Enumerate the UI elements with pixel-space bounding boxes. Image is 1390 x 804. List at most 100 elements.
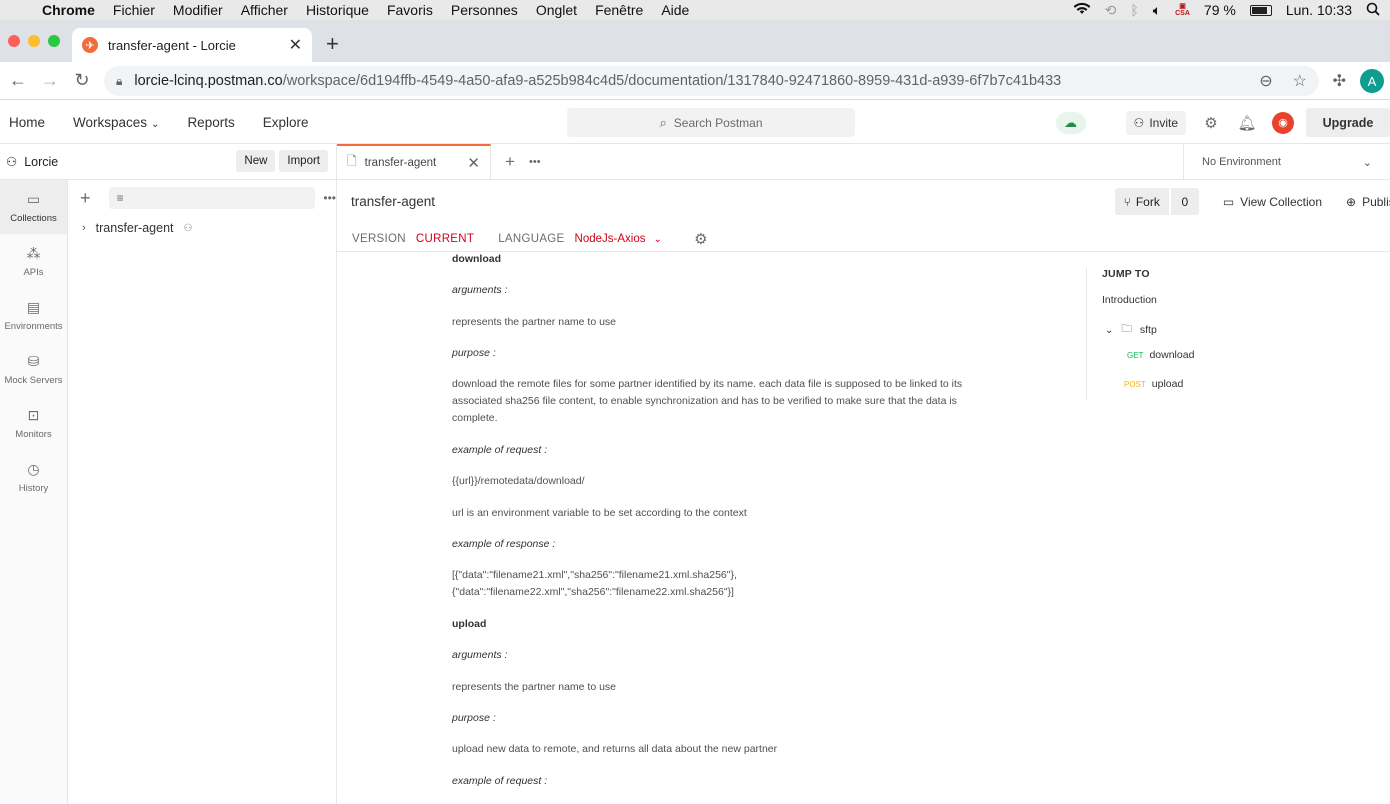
menu-fenetre[interactable]: Fenêtre	[586, 2, 652, 18]
zoom-window-icon[interactable]	[48, 35, 60, 47]
collection-item[interactable]: › transfer-agent ⚇	[68, 216, 336, 240]
volume-icon[interactable]: 🔈︎	[1153, 2, 1161, 19]
more-options-icon[interactable]: •••	[323, 191, 336, 205]
more-tabs-icon[interactable]: •••	[529, 156, 541, 168]
close-window-icon[interactable]	[8, 35, 20, 47]
minimize-window-icon[interactable]	[28, 35, 40, 47]
fork-button[interactable]: ⑂ Fork	[1114, 188, 1169, 215]
add-collection-icon[interactable]: +	[80, 188, 102, 209]
invite-button[interactable]: ⚇ Invite	[1125, 110, 1186, 135]
search-placeholder: Search Postman	[673, 115, 763, 130]
language-select[interactable]: NodeJs-Axios	[575, 233, 646, 245]
tab-transfer-agent[interactable]: 🗋 transfer-agent ✕	[337, 143, 491, 180]
doc-subheading: example of request :	[452, 775, 548, 787]
invite-label: Invite	[1149, 115, 1178, 130]
view-collection-button[interactable]: ▭ View Collection	[1223, 195, 1322, 209]
doc-subheading: arguments :	[452, 284, 508, 296]
jump-introduction[interactable]: Introduction	[1102, 294, 1157, 306]
menu-aide[interactable]: Aide	[652, 2, 698, 18]
fork-count[interactable]: 0	[1170, 188, 1199, 215]
menu-personnes[interactable]: Personnes	[442, 2, 527, 18]
user-avatar[interactable]: ◉	[1272, 111, 1294, 134]
browser-tab[interactable]: ✈ transfer-agent - Lorcie ✕	[72, 28, 312, 62]
jump-request-upload[interactable]: POST upload	[1124, 378, 1183, 390]
csa-keyboard-icon[interactable]: ▣ CSA	[1175, 3, 1190, 17]
chevron-right-icon[interactable]: ›	[82, 222, 86, 234]
nav-workspaces[interactable]: Workspaces ⌄	[73, 115, 159, 130]
sidebar-item-history[interactable]: ◷ History	[0, 450, 67, 504]
history-icon: ◷	[27, 460, 40, 477]
time-machine-icon[interactable]: ⟲	[1105, 2, 1117, 19]
menu-onglet[interactable]: Onglet	[527, 2, 586, 18]
top-nav: Home Workspaces ⌄ Reports Explore	[0, 115, 309, 130]
chevron-down-icon[interactable]: ⌄	[1105, 325, 1113, 336]
nav-home[interactable]: Home	[9, 115, 45, 130]
sidebar-item-monitors[interactable]: ⊡ Monitors	[0, 396, 67, 450]
environments-icon: ▤	[26, 298, 41, 315]
add-tab-icon[interactable]: +	[491, 152, 529, 172]
mac-menu-bar: Chrome Fichier Modifier Afficher Histori…	[0, 0, 1390, 20]
wifi-icon[interactable]	[1073, 2, 1091, 18]
header-actions: ☁ ⚇ Invite ⚙ 🔔︎ ◉ Upgrade	[1055, 108, 1390, 137]
postman-header: Home Workspaces ⌄ Reports Explore ⌕ Searc…	[0, 101, 1390, 144]
spotlight-icon[interactable]	[1366, 2, 1380, 19]
settings-gear-icon[interactable]: ⚙	[694, 230, 708, 248]
back-icon[interactable]: ←	[2, 70, 34, 91]
nav-explore[interactable]: Explore	[263, 115, 309, 130]
chevron-down-icon[interactable]: ⌄	[653, 234, 662, 245]
zoom-icon[interactable]: ⊖	[1259, 71, 1272, 91]
battery-percent: 79 %	[1203, 2, 1236, 18]
lock-icon[interactable]: 🔒︎	[116, 74, 122, 89]
language-label: LANGUAGE	[498, 233, 565, 245]
jump-request-download[interactable]: GET download	[1127, 349, 1194, 361]
chrome-profile-avatar[interactable]: A	[1360, 69, 1384, 93]
address-bar[interactable]: 🔒︎ lorcie-lcinq.postman.co/workspace/6d1…	[104, 66, 1319, 96]
tab-label: transfer-agent	[364, 156, 437, 169]
bluetooth-icon[interactable]: ᛒ	[1130, 2, 1138, 18]
menu-afficher[interactable]: Afficher	[232, 2, 297, 18]
notifications-bell-icon[interactable]: 🔔︎	[1236, 114, 1258, 132]
menu-modifier[interactable]: Modifier	[164, 2, 232, 18]
sidebar-item-collections[interactable]: ▭ Collections	[0, 180, 67, 234]
doc-subheading: purpose :	[452, 712, 496, 724]
nav-reports[interactable]: Reports	[187, 115, 234, 130]
sidebar-item-apis[interactable]: ⁂ APIs	[0, 234, 67, 288]
browser-toolbar: ← → ↻ 🔒︎ lorcie-lcinq.postman.co/workspa…	[0, 62, 1390, 100]
doc-paragraph: {{url}}/remotedata/download/	[452, 475, 585, 487]
mock-servers-icon: ⛁	[27, 352, 40, 369]
import-button[interactable]: Import	[279, 150, 328, 172]
reload-icon[interactable]: ↻	[66, 70, 98, 91]
search-postman[interactable]: ⌕ Search Postman	[567, 108, 855, 137]
new-button[interactable]: New	[236, 150, 276, 172]
forward-icon[interactable]: →	[34, 70, 66, 91]
globe-icon: ⊕	[1346, 194, 1357, 209]
extensions-icon[interactable]: ✣	[1333, 71, 1346, 91]
sync-cloud-icon[interactable]: ☁	[1055, 111, 1086, 134]
battery-icon[interactable]	[1249, 4, 1272, 16]
settings-gear-icon[interactable]: ⚙	[1200, 114, 1222, 132]
clock[interactable]: Lun. 10:33	[1286, 2, 1352, 18]
environment-select[interactable]: No Environment ⌄	[1183, 144, 1390, 180]
version-select[interactable]: CURRENT	[416, 233, 474, 245]
menu-fichier[interactable]: Fichier	[104, 2, 164, 18]
menu-historique[interactable]: Historique	[297, 2, 378, 18]
menu-app[interactable]: Chrome	[30, 2, 104, 18]
request-name: upload	[1151, 378, 1184, 390]
sidebar-item-environments[interactable]: ▤ Environments	[0, 288, 67, 342]
upgrade-button[interactable]: Upgrade	[1306, 108, 1390, 137]
doc-actions: ⑂ Fork 0 ▭ View Collection ⊕ Publish	[1114, 188, 1390, 215]
browser-extensions: ✣ A	[1333, 69, 1384, 93]
sidebar-item-mock-servers[interactable]: ⛁ Mock Servers	[0, 342, 67, 396]
close-tab-icon[interactable]: ✕	[467, 154, 480, 172]
bookmark-star-icon[interactable]: ☆	[1293, 71, 1307, 91]
fork-label: Fork	[1135, 194, 1160, 209]
workspace-bar: ⚇ Lorcie New Import	[0, 144, 337, 180]
omnibox-actions: ⊖ ☆	[1259, 71, 1307, 91]
close-tab-icon[interactable]: ✕	[289, 35, 302, 55]
publish-button[interactable]: ⊕ Publish	[1346, 195, 1390, 209]
new-tab-icon[interactable]: +	[326, 33, 339, 55]
menu-favoris[interactable]: Favoris	[378, 2, 442, 18]
workspace-name[interactable]: ⚇ Lorcie	[0, 154, 58, 170]
filter-collections[interactable]: ≡	[108, 187, 316, 209]
jump-folder-sftp[interactable]: ⌄ 🗀 sftp	[1105, 321, 1157, 339]
